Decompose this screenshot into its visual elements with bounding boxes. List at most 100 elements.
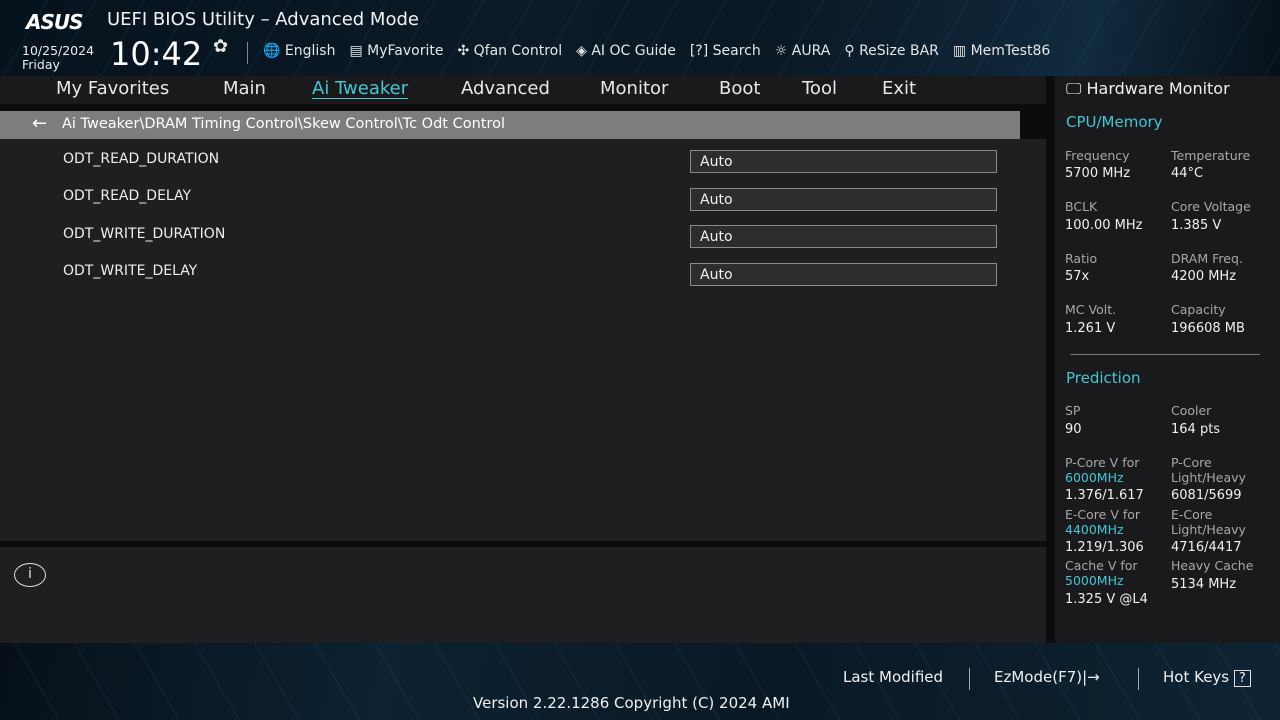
prediction-title: Prediction [1066,369,1141,387]
hardware-monitor-title: 🖵 Hardware Monitor [1066,79,1230,99]
hw-label: Ratio [1065,251,1097,266]
tool-resize-bar[interactable]: ⚲ ReSize BAR [844,43,939,59]
setting-label: ODT_READ_DURATION [63,151,219,167]
hw-label: SP [1065,403,1080,418]
tool-aura[interactable]: ☼ AURA [775,43,831,59]
hw-freq: 4400MHz [1065,522,1140,537]
tool-label: MyFavorite [367,43,443,59]
hw-label: Core Voltage [1171,199,1251,214]
pcore-lh-label: P-CoreLight/Heavy [1171,455,1246,485]
hw-value: 44°C [1171,166,1203,181]
hw-value: 1.219/1.306 [1065,540,1144,555]
last-modified-button[interactable]: Last Modified [843,668,943,686]
tab-ai-tweaker[interactable]: Ai Tweaker [312,78,408,99]
hw-value: 1.325 V @L4 [1065,592,1148,607]
toolbar: 🌐 English ▤ MyFavorite ✣ Qfan Control ◈ … [263,43,1050,59]
back-arrow-icon[interactable]: ← [32,113,47,134]
odt-read-delay-select[interactable]: Auto [690,188,997,211]
hw-label: MC Volt. [1065,302,1116,317]
ezmode-button[interactable]: EzMode(F7)|→ [994,668,1100,686]
ecore-v-label: E-Core V for4400MHz [1065,507,1140,537]
tool-label: Search [713,43,761,59]
hw-value: 100.00 MHz [1065,218,1142,233]
hw-label: Cooler [1171,403,1211,418]
hw-value: 1.376/1.617 [1065,488,1144,503]
tool-search[interactable]: [?] Search [690,43,761,59]
tool-memtest[interactable]: ▥ MemTest86 [953,43,1050,59]
help-icon: ? [1234,670,1251,687]
hw-value: 1.385 V [1171,218,1221,233]
main-nav: My Favorites Main Ai Tweaker Advanced Mo… [0,76,1046,104]
date: 10/25/2024Friday [22,44,94,72]
hw-label: Cache V for [1065,558,1138,573]
setting-label: ODT_READ_DELAY [63,188,191,204]
hw-label: DRAM Freq. [1171,251,1243,266]
hw-value: 164 pts [1171,422,1220,437]
pcore-v-label: P-Core V for6000MHz [1065,455,1139,485]
breadcrumb-path: Ai Tweaker\DRAM Timing Control\Skew Cont… [62,116,505,132]
hw-value: 90 [1065,422,1082,437]
tool-ai-oc-guide[interactable]: ◈ AI OC Guide [576,43,676,59]
tool-label: AI OC Guide [591,43,676,59]
tab-my-favorites[interactable]: My Favorites [56,78,169,99]
hw-label: E-Core V for [1065,507,1140,522]
hw-value: 4200 MHz [1171,269,1236,284]
hw-label: Capacity [1171,302,1226,317]
hw-freq: 5000MHz [1065,573,1138,588]
tool-label: English [285,43,336,59]
app-title: UEFI BIOS Utility – Advanced Mode [107,9,419,30]
asus-logo: ASUS [26,10,83,34]
tab-main[interactable]: Main [223,78,266,99]
ecore-lh-label: E-CoreLight/Heavy [1171,507,1246,537]
hotkeys-button[interactable]: Hot Keys ? [1163,668,1251,686]
cpu-memory-title: CPU/Memory [1066,113,1163,131]
hw-value: 4716/4417 [1171,540,1242,555]
hw-label: P-Core [1171,455,1246,470]
hw-value: 196608 MB [1171,321,1245,336]
hw-label: Frequency [1065,148,1130,163]
hw-value: 57x [1065,269,1089,284]
tool-myfavorite[interactable]: ▤ MyFavorite [349,43,443,59]
hw-label: Heavy Cache [1171,558,1253,573]
tool-english[interactable]: 🌐 English [263,43,335,59]
day-text: Friday [22,58,94,72]
odt-read-duration-select[interactable]: Auto [690,150,997,173]
hw-label: BCLK [1065,199,1097,214]
tool-qfan[interactable]: ✣ Qfan Control [457,43,562,59]
divider [247,42,248,64]
tool-label: AURA [792,43,831,59]
gear-icon[interactable]: ✿ [213,36,228,57]
date-text: 10/25/2024 [22,44,94,58]
tool-label: Qfan Control [474,43,562,59]
clock: 10:42 [110,35,202,73]
hw-value: 5134 MHz [1171,577,1236,592]
tool-label: ReSize BAR [859,43,939,59]
breadcrumb: ← Ai Tweaker\DRAM Timing Control\Skew Con… [0,111,1020,139]
tab-advanced[interactable]: Advanced [461,78,550,99]
setting-label: ODT_WRITE_DURATION [63,226,225,242]
divider [969,668,970,690]
hw-label: Temperature [1171,148,1250,163]
hw-value: 1.261 V [1065,321,1115,336]
hw-label: E-Core [1171,507,1246,522]
setting-label: ODT_WRITE_DELAY [63,263,197,279]
hw-value: 6081/5699 [1171,488,1242,503]
tool-label: MemTest86 [971,43,1051,59]
hw-freq: 6000MHz [1065,470,1139,485]
hw-value: 5700 MHz [1065,166,1130,181]
tab-monitor[interactable]: Monitor [600,78,668,99]
cache-v-label: Cache V for5000MHz [1065,558,1138,588]
help-panel [0,547,1046,643]
tab-exit[interactable]: Exit [882,78,916,99]
hw-label: P-Core V for [1065,455,1139,470]
tab-tool[interactable]: Tool [802,78,837,99]
odt-write-duration-select[interactable]: Auto [690,225,997,248]
hw-label: Light/Heavy [1171,522,1246,537]
hw-label: Light/Heavy [1171,470,1246,485]
hotkeys-label: Hot Keys [1163,668,1229,686]
divider [1070,354,1260,355]
tab-boot[interactable]: Boot [719,78,760,99]
hw-title-text: Hardware Monitor [1087,79,1230,98]
odt-write-delay-select[interactable]: Auto [690,263,997,286]
version-text: Version 2.22.1286 Copyright (C) 2024 AMI [473,694,790,712]
